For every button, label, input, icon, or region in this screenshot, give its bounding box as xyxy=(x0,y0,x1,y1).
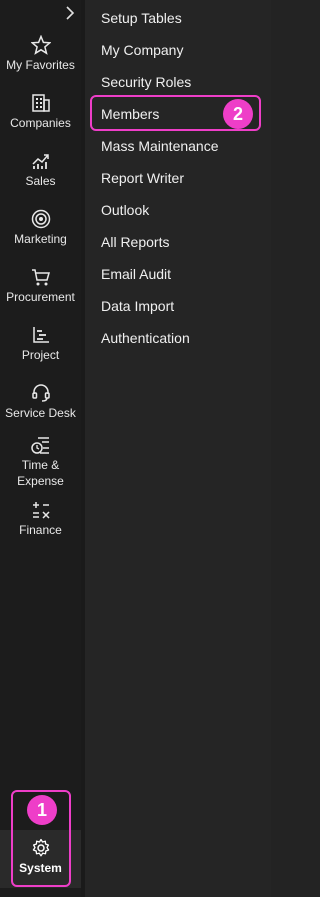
sidebar-item-label: Service Desk xyxy=(5,406,76,420)
sidebar-item-marketing[interactable]: Marketing xyxy=(0,209,81,247)
menu-item-all-reports[interactable]: All Reports xyxy=(101,233,169,251)
menu-item-outlook[interactable]: Outlook xyxy=(101,201,149,219)
menu-item-setup-tables[interactable]: Setup Tables xyxy=(101,9,182,27)
sidebar-item-sales[interactable]: Sales xyxy=(0,151,81,189)
sidebar-item-project[interactable]: Project xyxy=(0,325,81,363)
callout-badge-1: 1 xyxy=(27,795,57,825)
sidebar-item-label: My Favorites xyxy=(6,58,75,72)
building-icon xyxy=(31,94,50,112)
sidebar-item-label: Procurement xyxy=(6,290,75,304)
submenu-panel xyxy=(85,0,271,897)
menu-item-authentication[interactable]: Authentication xyxy=(101,329,190,347)
callout-badge-2: 2 xyxy=(223,99,253,129)
sidebar-item-finance[interactable]: Finance xyxy=(0,500,81,538)
sidebar-item-procurement[interactable]: Procurement xyxy=(0,267,81,305)
project-chart-icon xyxy=(32,327,49,343)
headset-icon xyxy=(31,384,50,402)
star-icon xyxy=(30,35,51,55)
menu-item-mass-maintenance[interactable]: Mass Maintenance xyxy=(101,137,219,155)
calculator-icon xyxy=(32,502,50,519)
sidebar-item-label-line2: Expense xyxy=(17,474,64,488)
menu-item-security-roles[interactable]: Security Roles xyxy=(101,73,191,91)
menu-item-data-import[interactable]: Data Import xyxy=(101,297,174,315)
sidebar-item-label: Finance xyxy=(19,523,62,537)
time-expense-icon xyxy=(30,437,49,454)
sidebar-item-label: Project xyxy=(21,348,60,362)
target-icon xyxy=(31,209,50,229)
sidebar-item-service-desk[interactable]: Service Desk xyxy=(0,383,81,421)
menu-item-email-audit[interactable]: Email Audit xyxy=(101,265,171,283)
sidebar-item-label: Time & xyxy=(21,458,60,472)
chart-icon xyxy=(31,154,49,169)
sidebar-item-time-expense[interactable]: Time & Expense xyxy=(0,436,81,489)
sidebar-item-companies[interactable]: Companies xyxy=(0,93,81,131)
sidebar-item-label: Sales xyxy=(25,174,56,188)
sidebar-bottom-strip xyxy=(0,888,81,897)
sidebar-item-my-favorites[interactable]: My Favorites xyxy=(0,35,81,73)
cart-icon xyxy=(31,269,50,286)
sidebar-item-label: Marketing xyxy=(14,232,67,246)
chevron-right-icon[interactable] xyxy=(63,5,77,21)
sidebar-item-label: Companies xyxy=(10,116,71,130)
menu-item-report-writer[interactable]: Report Writer xyxy=(101,169,184,187)
menu-item-my-company[interactable]: My Company xyxy=(101,41,183,59)
